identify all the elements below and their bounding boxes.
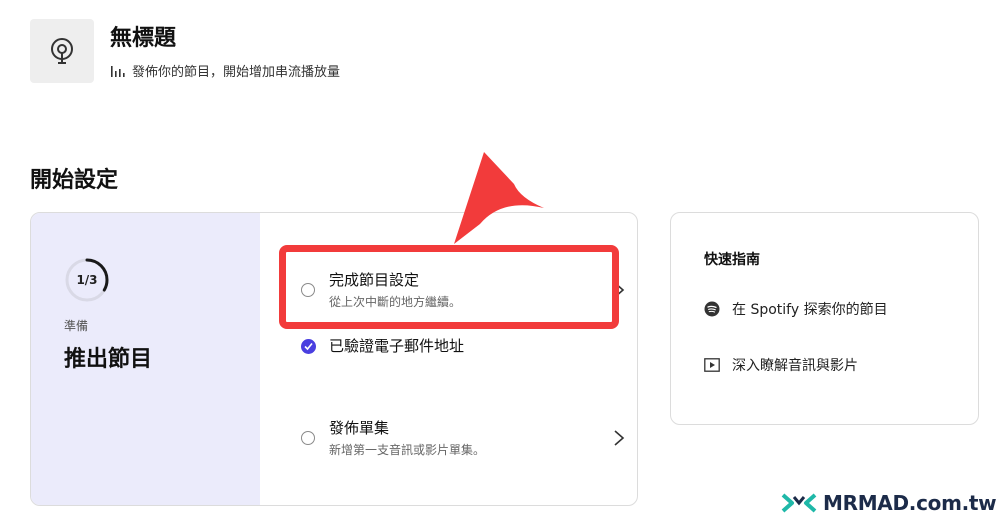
guide-title: 快速指南 <box>704 252 760 268</box>
show-meta: 無標題 發佈你的節目，開始增加串流播放量 <box>110 19 340 83</box>
spotify-icon <box>704 301 720 317</box>
task-title: 發佈單集 <box>329 419 390 437</box>
podcast-icon <box>51 38 73 64</box>
task-title: 已驗證電子郵件地址 <box>329 337 465 355</box>
stage-label: 準備 <box>64 319 89 333</box>
watermark: MRMAD.com.tw <box>781 491 997 515</box>
highlight-box <box>279 245 619 329</box>
show-cover[interactable] <box>30 19 94 83</box>
guide-item-spotify[interactable]: 在 Spotify 探索你的節目 <box>704 299 888 319</box>
check-circle-icon <box>301 339 316 354</box>
bar-chart-icon <box>111 65 125 77</box>
show-title: 無標題 <box>110 26 177 51</box>
chevron-right-icon <box>614 430 625 446</box>
progress-panel: 1/3 準備 推出節目 <box>31 213 260 505</box>
section-title: 開始設定 <box>30 168 119 193</box>
task-publish-episode[interactable]: 發佈單集 新增第一支音訊或影片單集。 <box>261 389 637 469</box>
guide-item-label: 深入瞭解音訊與影片 <box>732 358 858 374</box>
stage-title: 推出節目 <box>64 347 153 372</box>
task-description: 新增第一支音訊或影片單集。 <box>329 443 486 457</box>
task-verify-email: 已驗證電子郵件地址 <box>261 325 637 369</box>
quick-guide-card: 快速指南 在 Spotify 探索你的節目 深入瞭解音訊與影片 <box>670 212 979 425</box>
guide-item-label: 在 Spotify 探索你的節目 <box>732 302 888 318</box>
watermark-text: MRMAD.com.tw <box>823 491 997 515</box>
progress-ring: 1/3 <box>64 257 110 303</box>
pointer-arrow-icon <box>454 152 544 244</box>
show-subtitle: 發佈你的節目，開始增加串流播放量 <box>132 65 341 80</box>
mrmad-logo-icon <box>781 493 817 513</box>
play-video-icon <box>704 358 720 372</box>
show-header: 無標題 發佈你的節目，開始增加串流播放量 <box>30 19 340 83</box>
show-subtitle-row: 發佈你的節目，開始增加串流播放量 <box>110 61 340 80</box>
radio-empty-icon <box>301 431 315 445</box>
guide-item-audio-video[interactable]: 深入瞭解音訊與影片 <box>704 355 858 375</box>
progress-count: 1/3 <box>76 273 98 287</box>
